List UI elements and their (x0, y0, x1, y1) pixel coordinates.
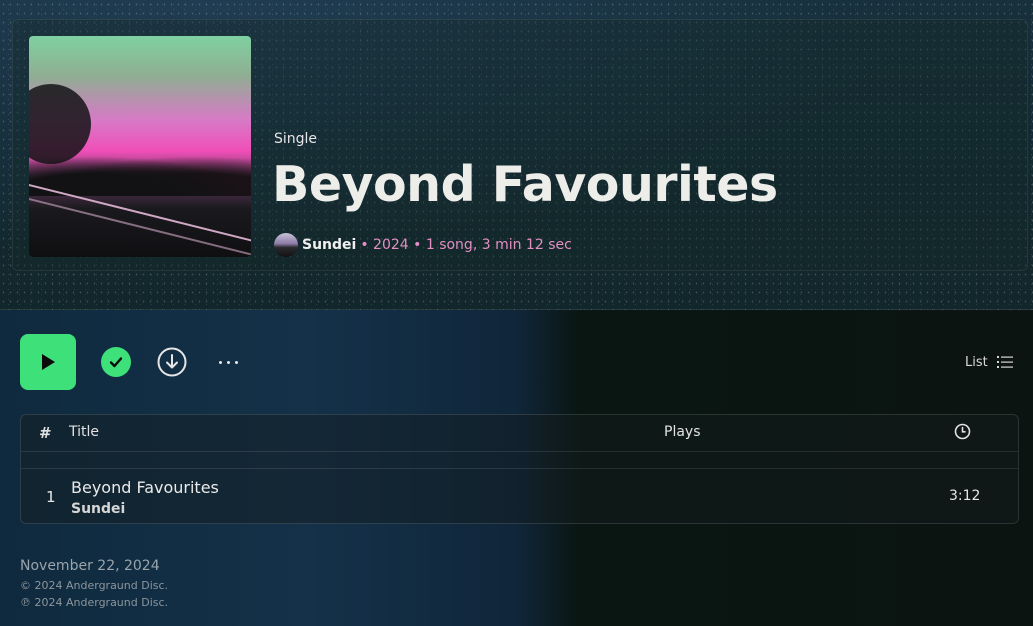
list-icon (996, 356, 1013, 368)
artist-link[interactable]: Sundei (302, 237, 356, 253)
column-title-header[interactable]: Title (69, 424, 99, 440)
view-mode-label: List (965, 354, 988, 370)
album-title: Beyond Favourites (272, 156, 778, 213)
track-duration: 3:12 (949, 488, 981, 504)
track-title[interactable]: Beyond Favourites (71, 478, 219, 497)
more-horizontal-icon (226, 360, 230, 364)
play-button[interactable] (20, 334, 76, 390)
more-options-button[interactable] (213, 350, 243, 374)
phonographic-notice: ℗ 2024 Andergraund Disc. (20, 596, 169, 609)
release-date: November 22, 2024 (20, 558, 160, 574)
copyright-notice: © 2024 Andergraund Disc. (20, 579, 169, 592)
more-horizontal-icon (218, 360, 222, 364)
play-icon (42, 354, 55, 370)
album-meta-text: • 2024 • 1 song, 3 min 12 sec (360, 237, 572, 253)
column-duration-header[interactable] (954, 423, 971, 444)
album-meta: Sundei • 2024 • 1 song, 3 min 12 sec (274, 233, 572, 257)
cover-railing (29, 198, 251, 257)
table-header: # Title Plays (21, 415, 1018, 452)
column-plays-header[interactable]: Plays (664, 424, 701, 440)
track-number: 1 (46, 488, 56, 506)
track-table: # Title Plays 1 Beyond Favourites Sundei… (20, 414, 1019, 524)
album-cover (29, 36, 251, 257)
view-mode-toggle[interactable]: List (965, 352, 1013, 372)
release-type-label: Single (274, 131, 318, 147)
track-artist[interactable]: Sundei (71, 501, 125, 517)
download-icon (157, 347, 187, 377)
clock-icon (954, 423, 971, 440)
section-divider (0, 309, 1033, 310)
download-button[interactable] (157, 347, 187, 377)
column-number-header: # (39, 424, 52, 442)
more-horizontal-icon (234, 360, 238, 364)
check-circle-icon (109, 357, 123, 368)
cover-trees (29, 156, 251, 196)
cover-silhouette (29, 84, 91, 164)
table-spacer (21, 451, 1018, 469)
table-row[interactable]: 1 Beyond Favourites Sundei 3:12 (21, 469, 1018, 523)
saved-toggle-button[interactable] (101, 347, 131, 377)
artist-avatar[interactable] (274, 233, 298, 257)
